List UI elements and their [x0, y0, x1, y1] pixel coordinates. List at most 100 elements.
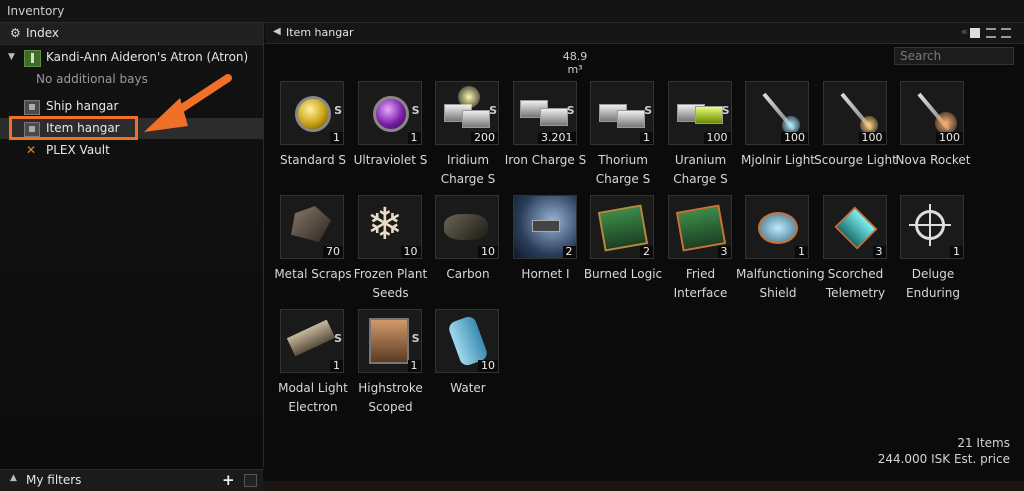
inventory-item[interactable]: 10 Water [430, 309, 506, 419]
item-name: Fried Interface [673, 267, 728, 300]
inventory-item[interactable]: S 200 Iridium Charge S [430, 81, 506, 191]
item-name: Burned Logic [583, 267, 663, 281]
item-icon[interactable]: 1 [745, 195, 809, 259]
ship-hangar-label: Ship hangar [46, 99, 119, 113]
item-quantity: 10 [478, 246, 498, 258]
item-quantity: 1 [407, 132, 421, 144]
sidebar-item-plex-vault[interactable]: ✕ PLEX Vault [0, 140, 263, 161]
item-icon[interactable]: S 3.201 [512, 81, 577, 145]
item-icon[interactable]: S1 [357, 81, 422, 145]
gear-icon[interactable]: ⚙ [10, 23, 21, 44]
item-icon[interactable]: 2 [590, 195, 654, 259]
item-icon[interactable]: 2 [512, 195, 577, 259]
expand-triangle-icon[interactable]: ▼ [8, 47, 15, 68]
item-name: Water [450, 381, 486, 395]
item-icon[interactable]: 3 [667, 195, 732, 259]
add-filter-icon[interactable]: + [222, 471, 235, 489]
inventory-item[interactable]: S 1 Ultraviolet S [353, 81, 429, 191]
item-name: Deluge Enduring [906, 267, 960, 300]
item-quantity: 3.201 [538, 132, 576, 144]
item-quantity: 1 [640, 132, 653, 144]
item-size-badge: S [334, 104, 342, 117]
item-size-badge: S [334, 332, 342, 345]
hangar-summary: 21 Items 244.000 ISK Est. price [805, 435, 1010, 467]
icon-view-icon[interactable] [970, 28, 980, 38]
item-name: Mjolnir Light [741, 153, 815, 167]
inventory-item[interactable]: S 3.201 Iron Charge S [505, 81, 586, 191]
inventory-item[interactable]: 1 Malfunctioning Shield [736, 195, 825, 305]
item-size-badge: S [721, 104, 730, 117]
item-icon[interactable]: S 100 [667, 81, 732, 145]
inventory-item[interactable]: S 1 Thorium Charge S [585, 81, 661, 191]
ship-name: Kandi-Ann Aideron's Atron (Atron) [46, 50, 249, 64]
item-quantity: 2 [562, 246, 576, 258]
item-icon[interactable]: S1 [590, 81, 654, 145]
item-quantity: 3 [872, 246, 886, 258]
inventory-item[interactable]: 100 Scourge Light [814, 81, 897, 191]
inventory-item[interactable]: 70 Metal Scraps [274, 195, 352, 305]
item-name: Standard S [279, 153, 347, 167]
item-name: Ultraviolet S [353, 153, 428, 167]
details-view-icon[interactable] [986, 28, 996, 38]
inventory-item[interactable]: 3 Fried Interface [663, 195, 739, 305]
right-panel: ◀ Item hangar «» 48.9 m³ S1Standard SS1U… [265, 23, 1024, 481]
inventory-item[interactable]: S 1 Modal Light Electron [275, 309, 351, 419]
item-icon[interactable]: 100 [822, 81, 887, 145]
item-count: 21 Items [957, 436, 1010, 450]
item-icon[interactable]: 100 [900, 81, 964, 145]
item-quantity: 1 [330, 360, 343, 372]
inventory-item[interactable]: S 1 Standard S [275, 81, 351, 191]
item-icon[interactable]: 10 [435, 195, 499, 259]
no-bays-label: No additional bays [36, 72, 148, 86]
item-icon[interactable]: S1 [280, 81, 344, 145]
item-name: Modal Light Electron [278, 381, 348, 414]
item-quantity: 70 [323, 246, 343, 258]
inventory-item[interactable]: 3 Scorched Telemetry [818, 195, 894, 305]
item-name: Uranium Charge S [673, 153, 728, 186]
item-icon[interactable]: ❄ 10 [357, 195, 422, 259]
item-quantity: 1 [330, 132, 343, 144]
my-filters-bar[interactable]: ▲ My filters + [0, 469, 263, 491]
window-title: Inventory [7, 4, 65, 18]
inventory-item[interactable]: ❄ 10 Frozen Plant Seeds [353, 195, 429, 305]
inventory-item[interactable]: 1 Deluge Enduring [895, 195, 971, 305]
item-icon[interactable]: 100 [745, 81, 809, 145]
item-icon[interactable]: 70 [280, 195, 344, 259]
search-input[interactable] [894, 47, 1014, 65]
inventory-item[interactable]: 100 Nova Rocket [895, 81, 971, 191]
inventory-item[interactable]: 10 Carbon [430, 195, 506, 305]
inventory-item[interactable]: S 100 Uranium Charge S [663, 81, 739, 191]
item-icon[interactable]: S1 [357, 309, 422, 373]
item-size-badge: S [566, 104, 575, 117]
item-icon[interactable]: 3 [822, 195, 887, 259]
item-icon[interactable]: 1 [900, 195, 964, 259]
item-grid: S 1 Standard S S 1 Ultraviolet S S 200 Iridium C… [274, 81, 1015, 421]
item-quantity: 100 [858, 132, 886, 144]
item-size-badge: S [489, 104, 497, 117]
collapse-triangle-icon[interactable]: ▲ [10, 473, 17, 483]
item-quantity: 100 [781, 132, 808, 144]
item-quantity: 3 [717, 246, 731, 258]
item-icon[interactable]: S1 [280, 309, 344, 373]
item-quantity: 1 [407, 360, 421, 372]
item-quantity: 200 [471, 132, 498, 144]
back-arrow-icon[interactable]: ◀ [273, 26, 281, 37]
plex-vault-label: PLEX Vault [46, 143, 110, 157]
item-icon[interactable]: S 200 [435, 81, 499, 145]
item-name: Malfunctioning Shield [736, 267, 825, 300]
title-bar[interactable]: Inventory [0, 0, 1024, 23]
capacity-readout: 48.9 m³ [562, 50, 588, 76]
inventory-item[interactable]: S 1 Highstroke Scoped [353, 309, 429, 419]
index-header[interactable]: ⚙ Index [0, 23, 263, 45]
inventory-item[interactable]: 2 Hornet I [508, 195, 584, 305]
item-icon[interactable]: 10 [435, 309, 499, 373]
item-name: Frozen Plant Seeds [353, 267, 428, 300]
inventory-window: Inventory ⚙ Index ▼ Kandi-Ann Aideron's … [0, 0, 1024, 491]
item-name: Scourge Light [814, 153, 897, 167]
item-name: Highstroke Scoped [358, 381, 423, 414]
inventory-item[interactable]: 2 Burned Logic [584, 195, 662, 305]
inventory-item[interactable]: 100 Mjolnir Light [740, 81, 816, 191]
ship-tree-item[interactable]: ▼ Kandi-Ann Aideron's Atron (Atron) [0, 47, 263, 68]
list-view-icon[interactable] [1001, 28, 1011, 38]
item-name: Metal Scraps [274, 267, 352, 281]
